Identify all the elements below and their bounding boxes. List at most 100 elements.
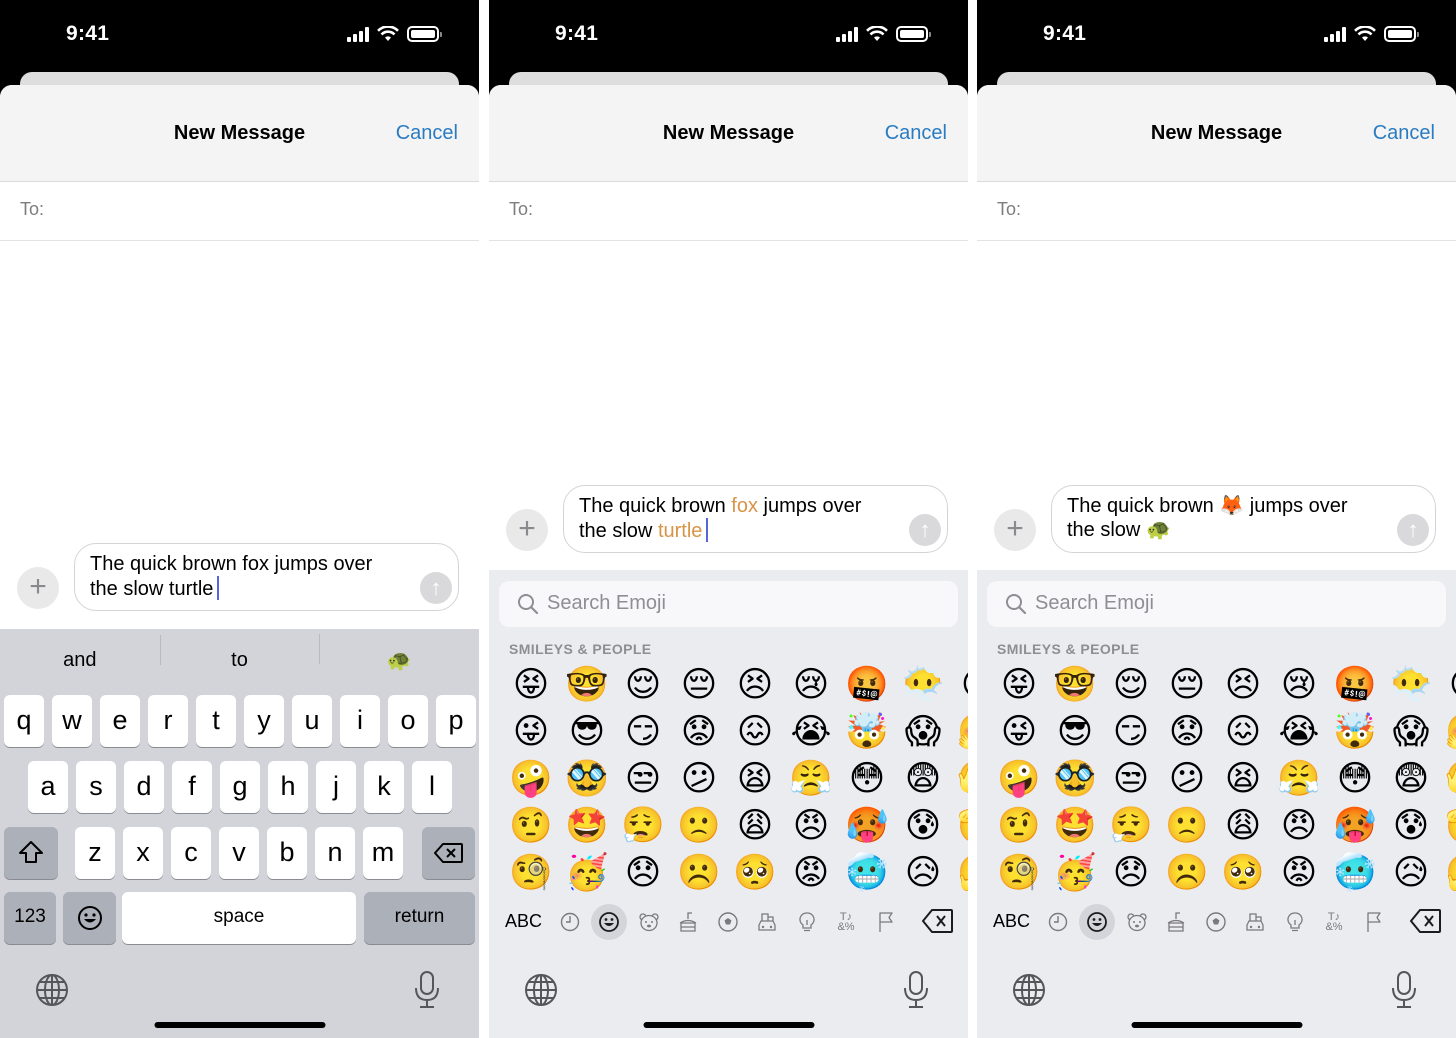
emoji-cell[interactable]: 😱 bbox=[1383, 710, 1439, 757]
space-key[interactable]: space bbox=[122, 892, 356, 944]
category-recent-icon[interactable] bbox=[1040, 904, 1076, 940]
category-travel-icon[interactable] bbox=[1237, 904, 1273, 940]
globe-icon[interactable] bbox=[34, 972, 70, 1008]
emoji-replaceable-word-fox[interactable]: fox bbox=[731, 495, 758, 517]
emoji-cell[interactable]: 😥 bbox=[1383, 851, 1439, 898]
emoji-key[interactable] bbox=[63, 892, 116, 944]
emoji-cell[interactable]: 🤗 bbox=[1439, 710, 1456, 757]
emoji-cell[interactable]: 🙁 bbox=[1159, 804, 1215, 851]
message-input[interactable]: The quick brown 🦊 jumps over the slow 🐢 … bbox=[1051, 485, 1436, 553]
emoji-cell[interactable]: 😠 bbox=[1271, 804, 1327, 851]
shift-key[interactable] bbox=[4, 827, 58, 879]
cancel-button[interactable]: Cancel bbox=[1373, 122, 1435, 145]
emoji-cell[interactable]: 😝 bbox=[503, 663, 559, 710]
emoji-cell[interactable]: 😎 bbox=[559, 710, 615, 757]
emoji-cell[interactable]: 😏 bbox=[1103, 710, 1159, 757]
abc-button[interactable]: ABC bbox=[505, 911, 542, 932]
emoji-cell[interactable]: 😣 bbox=[727, 663, 783, 710]
emoji-cell[interactable]: 😫 bbox=[1215, 757, 1271, 804]
emoji-cell[interactable]: 😕 bbox=[671, 757, 727, 804]
emoji-cell[interactable]: 😤 bbox=[783, 757, 839, 804]
emoji-cell[interactable]: 🥵 bbox=[839, 804, 895, 851]
emoji-cell[interactable]: 😤 bbox=[1271, 757, 1327, 804]
emoji-cell[interactable]: 😌 bbox=[615, 663, 671, 710]
recipient-field[interactable]: To: bbox=[489, 182, 968, 241]
emoji-cell[interactable]: 🤯 bbox=[839, 710, 895, 757]
category-smileys-icon[interactable] bbox=[591, 904, 627, 940]
emoji-cell[interactable]: 😠 bbox=[783, 804, 839, 851]
emoji-cell[interactable]: 🤩 bbox=[559, 804, 615, 851]
emoji-cell[interactable]: 🥺 bbox=[1215, 851, 1271, 898]
key-c[interactable]: c bbox=[171, 827, 211, 879]
microphone-icon[interactable] bbox=[413, 970, 441, 1010]
category-activity-icon[interactable] bbox=[1198, 904, 1234, 940]
key-v[interactable]: v bbox=[219, 827, 259, 879]
key-z[interactable]: z bbox=[75, 827, 115, 879]
category-food-icon[interactable] bbox=[1158, 904, 1194, 940]
emoji-cell[interactable]: 🤔 bbox=[951, 851, 968, 898]
key-s[interactable]: s bbox=[76, 761, 116, 813]
emoji-cell[interactable]: 😳 bbox=[1327, 757, 1383, 804]
emoji-cell[interactable]: 🥶 bbox=[1327, 851, 1383, 898]
emoji-cell[interactable]: 😰 bbox=[1383, 804, 1439, 851]
emoji-cell[interactable]: 😒 bbox=[1103, 757, 1159, 804]
send-button[interactable]: ↑ bbox=[420, 572, 452, 604]
key-j[interactable]: j bbox=[316, 761, 356, 813]
emoji-cell[interactable]: 😡 bbox=[1271, 851, 1327, 898]
key-y[interactable]: y bbox=[244, 695, 284, 747]
emoji-cell[interactable]: 😩 bbox=[1215, 804, 1271, 851]
emoji-cell[interactable]: 😟 bbox=[1159, 710, 1215, 757]
key-i[interactable]: i bbox=[340, 695, 380, 747]
emoji-cell[interactable]: 🤪 bbox=[991, 757, 1047, 804]
emoji-cell[interactable]: 🥶 bbox=[839, 851, 895, 898]
emoji-cell[interactable]: 😱 bbox=[895, 710, 951, 757]
recipient-field[interactable]: To: bbox=[977, 182, 1456, 241]
emoji-cell[interactable]: 😔 bbox=[671, 663, 727, 710]
numbers-key[interactable]: 123 bbox=[4, 892, 56, 944]
key-x[interactable]: x bbox=[123, 827, 163, 879]
emoji-cell[interactable]: 😖 bbox=[727, 710, 783, 757]
key-t[interactable]: t bbox=[196, 695, 236, 747]
emoji-cell[interactable]: 🥸 bbox=[1047, 757, 1103, 804]
add-attachment-button[interactable]: + bbox=[17, 567, 59, 609]
emoji-cell[interactable]: 😣 bbox=[1215, 663, 1271, 710]
emoji-cell[interactable]: 🤨 bbox=[503, 804, 559, 851]
emoji-replaceable-word-turtle[interactable]: turtle bbox=[658, 520, 702, 542]
emoji-cell[interactable]: 😎 bbox=[1047, 710, 1103, 757]
emoji-cell[interactable]: 😮‍💨 bbox=[615, 804, 671, 851]
emoji-cell[interactable]: 😨 bbox=[1383, 757, 1439, 804]
emoji-cell[interactable]: 😮‍💨 bbox=[1103, 804, 1159, 851]
category-travel-icon[interactable] bbox=[749, 904, 785, 940]
delete-key[interactable] bbox=[422, 827, 475, 879]
category-symbols-icon[interactable]: T♪ &% bbox=[1316, 904, 1352, 940]
emoji-cell[interactable]: 🫡 bbox=[951, 804, 968, 851]
cancel-button[interactable]: Cancel bbox=[396, 122, 458, 145]
send-button[interactable]: ↑ bbox=[909, 514, 941, 546]
emoji-cell[interactable]: 😰 bbox=[895, 804, 951, 851]
emoji-cell[interactable]: 😓 bbox=[1439, 663, 1456, 710]
emoji-cell[interactable]: 🤨 bbox=[991, 804, 1047, 851]
emoji-cell[interactable]: 😶‍🌫️ bbox=[1383, 663, 1439, 710]
emoji-cell[interactable]: 😟 bbox=[671, 710, 727, 757]
emoji-cell[interactable]: 😶‍🌫️ bbox=[895, 663, 951, 710]
emoji-cell[interactable]: 🫡 bbox=[1439, 804, 1456, 851]
backspace-icon[interactable] bbox=[1410, 908, 1442, 934]
emoji-cell[interactable]: 😞 bbox=[1103, 851, 1159, 898]
key-k[interactable]: k bbox=[364, 761, 404, 813]
emoji-cell[interactable]: 🥳 bbox=[559, 851, 615, 898]
emoji-cell[interactable]: 😔 bbox=[1159, 663, 1215, 710]
category-objects-icon[interactable] bbox=[1277, 904, 1313, 940]
emoji-cell[interactable]: 🧐 bbox=[991, 851, 1047, 898]
key-b[interactable]: b bbox=[267, 827, 307, 879]
category-smileys-icon[interactable] bbox=[1079, 904, 1115, 940]
recipient-field[interactable]: To: bbox=[0, 182, 479, 241]
emoji-cell[interactable]: 😒 bbox=[615, 757, 671, 804]
emoji-cell[interactable]: 🤩 bbox=[1047, 804, 1103, 851]
key-m[interactable]: m bbox=[363, 827, 403, 879]
key-h[interactable]: h bbox=[268, 761, 308, 813]
key-n[interactable]: n bbox=[315, 827, 355, 879]
suggestion-turtle-emoji[interactable]: 🐢 bbox=[319, 633, 479, 673]
emoji-cell[interactable]: 😏 bbox=[615, 710, 671, 757]
category-food-icon[interactable] bbox=[670, 904, 706, 940]
emoji-cell[interactable]: 🫣 bbox=[1439, 757, 1456, 804]
